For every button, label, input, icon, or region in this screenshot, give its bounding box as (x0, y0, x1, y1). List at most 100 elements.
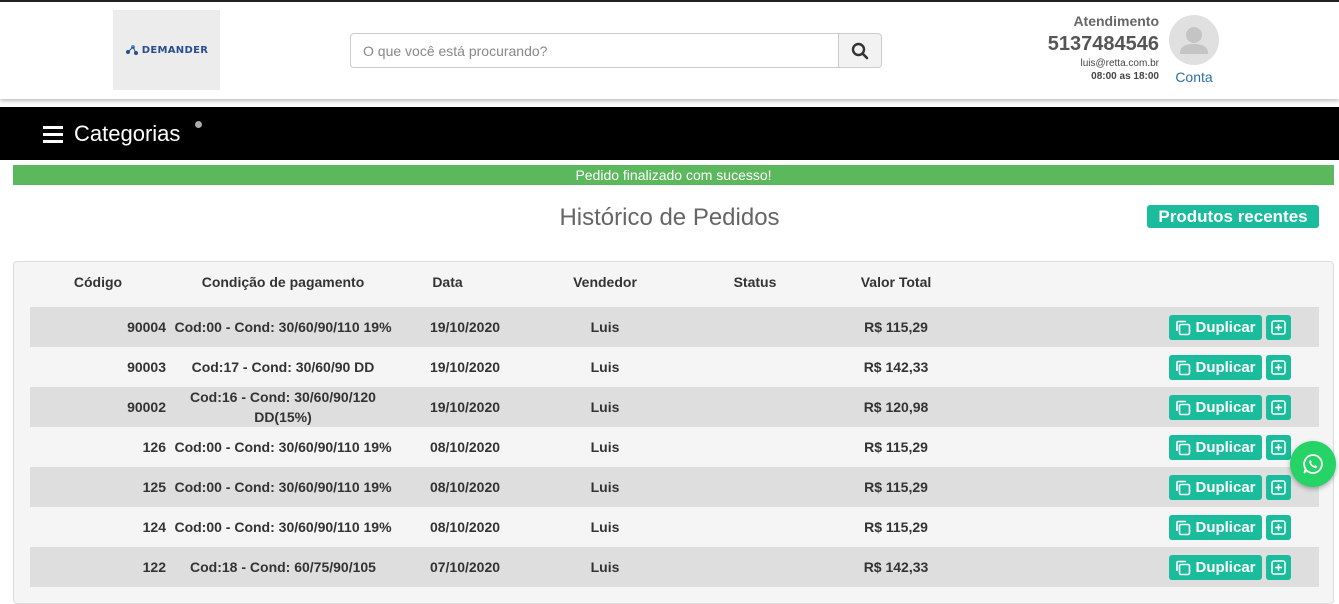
table-row: 122 Cod:18 - Cond: 60/75/90/105 07/10/20… (30, 547, 1319, 587)
duplicate-button[interactable]: Duplicar (1169, 435, 1262, 460)
cell-status (695, 467, 815, 507)
cell-total: R$ 115,29 (864, 319, 928, 335)
cell-code: 125 (142, 479, 166, 495)
header-total: Valor Total (860, 274, 932, 290)
cell-date: 08/10/2020 (429, 479, 501, 495)
duplicate-button[interactable]: Duplicar (1169, 515, 1262, 540)
cell-status (695, 427, 815, 467)
logo-icon (125, 45, 138, 55)
copy-icon (1176, 560, 1191, 575)
cell-seller: Luis (590, 439, 620, 455)
whatsapp-icon (1303, 454, 1323, 474)
table-row: 124 Cod:00 - Cond: 30/60/90/110 19% 08/1… (30, 507, 1319, 547)
add-button[interactable] (1266, 475, 1291, 500)
cell-code: 90002 (127, 399, 166, 415)
duplicate-label: Duplicar (1195, 519, 1256, 536)
cell-date: 08/10/2020 (429, 439, 501, 455)
cell-total: R$ 115,29 (864, 519, 928, 535)
cell-date: 19/10/2020 (429, 319, 501, 335)
duplicate-label: Duplicar (1195, 479, 1256, 496)
cell-total: R$ 115,29 (864, 439, 928, 455)
hamburger-icon (43, 125, 63, 143)
cell-seller: Luis (590, 399, 620, 415)
cell-total: R$ 115,29 (864, 479, 928, 495)
add-button[interactable] (1266, 515, 1291, 540)
search-input[interactable] (350, 33, 838, 68)
cell-code: 122 (142, 559, 166, 575)
duplicate-label: Duplicar (1195, 399, 1256, 416)
duplicate-label: Duplicar (1195, 359, 1256, 376)
contact-phone: 5137484546 (1047, 33, 1159, 55)
add-button[interactable] (1266, 555, 1291, 580)
logo-mark: DEMANDER (125, 44, 208, 56)
cell-date: 19/10/2020 (429, 399, 501, 415)
cell-total: R$ 142,33 (863, 359, 929, 375)
cell-status (695, 307, 815, 347)
plus-square-icon (1271, 480, 1286, 495)
duplicate-button[interactable]: Duplicar (1169, 555, 1262, 580)
cell-seller: Luis (590, 359, 620, 375)
cell-total: R$ 120,98 (863, 399, 929, 415)
cell-code: 90004 (127, 319, 166, 335)
cell-code: 90003 (127, 359, 166, 375)
contact-label: Atendimento (1073, 13, 1159, 29)
categories-button[interactable]: Categorias (43, 121, 180, 147)
cell-payment: Cod:16 - Cond: 30/60/90/120 DD(15%) (190, 389, 376, 425)
table-row: 90003 Cod:17 - Cond: 30/60/90 DD 19/10/2… (30, 347, 1319, 387)
avatar (1169, 15, 1219, 65)
duplicate-button[interactable]: Duplicar (1169, 475, 1262, 500)
cell-status (695, 507, 815, 547)
contact-email: luis@retta.com.br (1080, 58, 1159, 69)
copy-icon (1176, 520, 1191, 535)
search-button[interactable] (838, 33, 882, 68)
cell-payment: Cod:18 - Cond: 60/75/90/105 (190, 559, 376, 575)
contact-hours: 08:00 as 18:00 (1091, 71, 1159, 82)
duplicate-button[interactable]: Duplicar (1169, 315, 1262, 340)
add-button[interactable] (1266, 315, 1291, 340)
table-row: 90004 Cod:00 - Cond: 30/60/90/110 19% 19… (30, 307, 1319, 347)
account-link[interactable]: Conta (1169, 15, 1219, 85)
category-navbar: Categorias (0, 107, 1339, 160)
cell-status (695, 547, 815, 587)
success-alert: Pedido finalizado com sucesso! (13, 165, 1334, 185)
add-button[interactable] (1266, 395, 1291, 420)
plus-square-icon (1271, 560, 1286, 575)
add-button[interactable] (1266, 435, 1291, 460)
cell-status (695, 387, 815, 427)
whatsapp-chat-button[interactable] (1290, 441, 1336, 487)
indicator-dot (195, 121, 202, 128)
cell-payment: Cod:17 - Cond: 30/60/90 DD (191, 359, 375, 375)
header-payment: Condição de pagamento (201, 274, 365, 290)
cell-payment: Cod:00 - Cond: 30/60/90/110 19% (174, 439, 392, 455)
plus-square-icon (1271, 520, 1286, 535)
add-button[interactable] (1266, 355, 1291, 380)
cell-payment: Cod:00 - Cond: 30/60/90/110 19% (174, 519, 392, 535)
duplicate-button[interactable]: Duplicar (1169, 355, 1262, 380)
cell-date: 08/10/2020 (429, 519, 501, 535)
cell-date: 07/10/2020 (429, 559, 501, 575)
duplicate-label: Duplicar (1195, 559, 1256, 576)
cell-code: 126 (142, 439, 166, 455)
copy-icon (1176, 440, 1191, 455)
duplicate-label: Duplicar (1195, 319, 1256, 336)
header-code: Código (73, 274, 123, 290)
copy-icon (1176, 360, 1191, 375)
cell-seller: Luis (590, 479, 620, 495)
cell-total: R$ 142,33 (863, 559, 929, 575)
plus-square-icon (1271, 320, 1286, 335)
recent-products-button[interactable]: Produtos recentes (1147, 205, 1319, 228)
cell-payment: Cod:00 - Cond: 30/60/90/110 19% (174, 319, 392, 335)
logo[interactable]: DEMANDER (113, 10, 220, 90)
plus-square-icon (1271, 360, 1286, 375)
plus-square-icon (1271, 440, 1286, 455)
user-icon (1180, 27, 1208, 54)
cell-code: 124 (142, 519, 166, 535)
cell-seller: Luis (590, 319, 620, 335)
duplicate-label: Duplicar (1195, 439, 1256, 456)
page-title: Histórico de Pedidos (559, 204, 780, 231)
cell-date: 19/10/2020 (429, 359, 501, 375)
table-row: 90002 Cod:16 - Cond: 30/60/90/120 DD(15%… (30, 387, 1319, 427)
cell-seller: Luis (590, 559, 620, 575)
duplicate-button[interactable]: Duplicar (1169, 395, 1262, 420)
contact-info: Atendimento 5137484546 luis@retta.com.br… (1048, 13, 1159, 83)
